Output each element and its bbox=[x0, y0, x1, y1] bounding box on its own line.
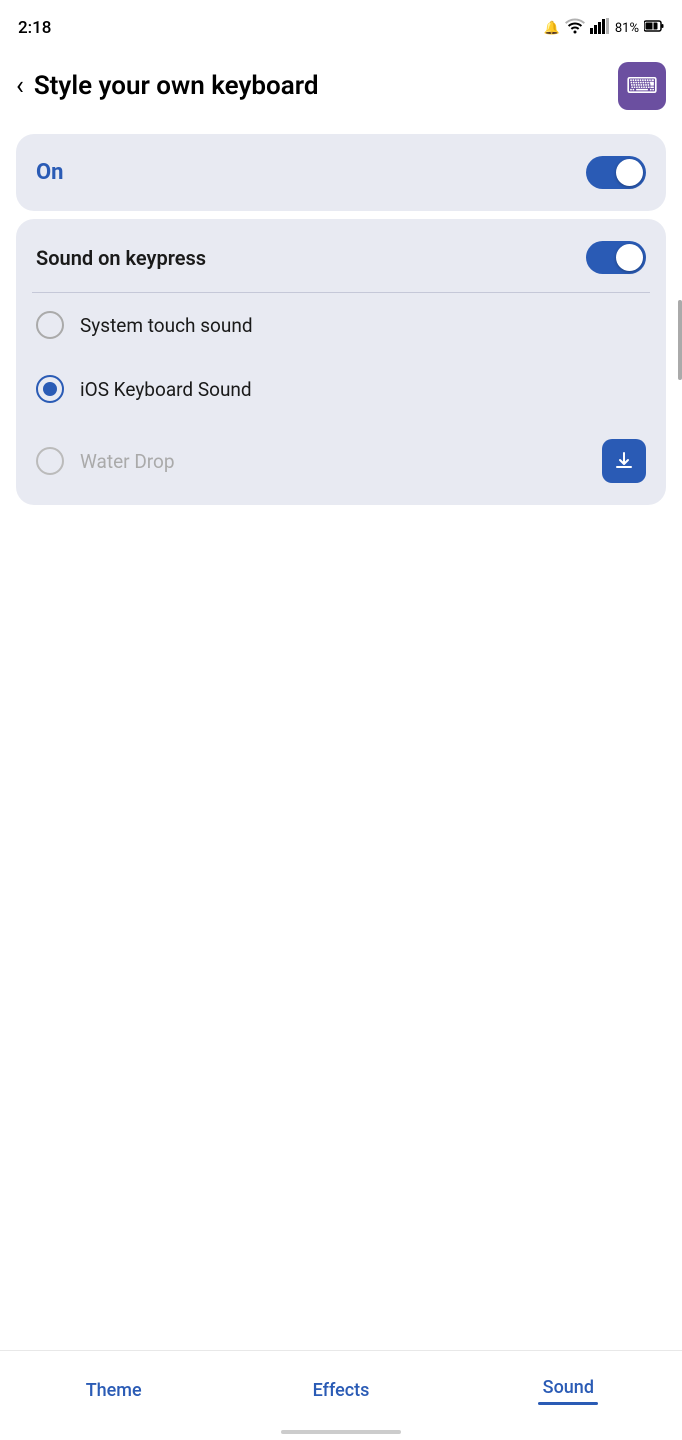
content-area bbox=[0, 513, 682, 1113]
sound-on-keypress-label: Sound on keypress bbox=[36, 246, 206, 270]
nav-label-effects: Effects bbox=[313, 1380, 370, 1401]
on-toggle-slider bbox=[586, 156, 646, 189]
system-sound-label: System touch sound bbox=[80, 314, 646, 337]
scroll-track[interactable] bbox=[677, 300, 682, 800]
nav-item-sound[interactable]: Sound bbox=[455, 1351, 682, 1440]
ios-sound-radio[interactable] bbox=[36, 375, 64, 403]
sound-keypress-slider bbox=[586, 241, 646, 274]
on-toggle-switch[interactable] bbox=[586, 156, 646, 189]
status-icons: 🔔 81% bbox=[544, 18, 664, 38]
on-toggle-card: On bbox=[16, 134, 666, 211]
sound-card: Sound on keypress System touch sound iOS… bbox=[16, 219, 666, 505]
battery-percent: 81% bbox=[615, 21, 639, 36]
alarm-icon: 🔔 bbox=[544, 21, 560, 36]
keyboard-icon: ⌨ bbox=[626, 74, 658, 99]
status-bar: 2:18 🔔 81% bbox=[0, 0, 682, 52]
page-title: Style your own keyboard bbox=[34, 71, 319, 101]
status-time: 2:18 bbox=[18, 18, 51, 38]
system-sound-radio[interactable] bbox=[36, 311, 64, 339]
nav-label-theme: Theme bbox=[86, 1380, 142, 1401]
nav-item-theme[interactable]: Theme bbox=[0, 1351, 227, 1440]
signal-icon bbox=[590, 18, 610, 38]
nav-item-effects[interactable]: Effects bbox=[227, 1351, 454, 1440]
sound-active-indicator bbox=[538, 1402, 598, 1405]
download-button[interactable] bbox=[602, 439, 646, 483]
waterdrop-sound-option[interactable]: Water Drop bbox=[16, 421, 666, 501]
home-indicator bbox=[281, 1430, 401, 1434]
scroll-thumb bbox=[678, 300, 682, 380]
waterdrop-sound-label: Water Drop bbox=[80, 450, 586, 473]
nav-label-sound: Sound bbox=[543, 1377, 594, 1398]
header: ‹ Style your own keyboard ⌨ bbox=[0, 52, 682, 126]
keyboard-icon-button[interactable]: ⌨ bbox=[618, 62, 666, 110]
back-button[interactable]: ‹ bbox=[16, 71, 24, 101]
ios-sound-option[interactable]: iOS Keyboard Sound bbox=[16, 357, 666, 421]
bottom-nav: Theme Effects Sound bbox=[0, 1350, 682, 1440]
on-label: On bbox=[36, 160, 64, 185]
download-icon bbox=[614, 451, 634, 471]
waterdrop-sound-radio[interactable] bbox=[36, 447, 64, 475]
battery-icon bbox=[644, 19, 664, 37]
wifi-icon bbox=[565, 18, 585, 38]
sound-keypress-toggle[interactable] bbox=[586, 241, 646, 274]
system-sound-option[interactable]: System touch sound bbox=[16, 293, 666, 357]
ios-sound-label: iOS Keyboard Sound bbox=[80, 378, 646, 401]
